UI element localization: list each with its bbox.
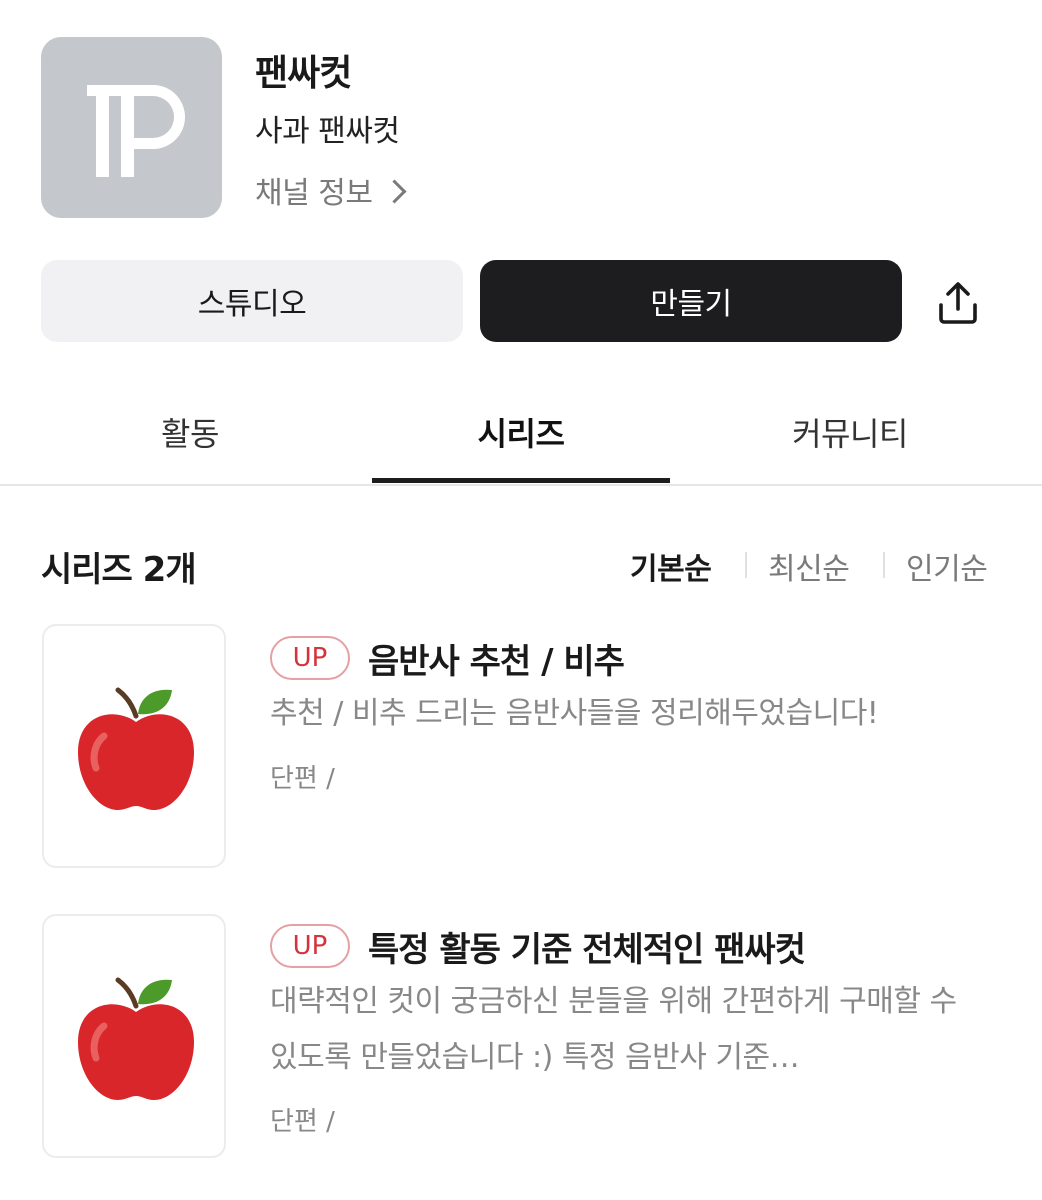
tab-bar: 활동 시리즈 커뮤니티 [0, 380, 1042, 486]
active-tab-indicator [372, 478, 670, 483]
series-thumbnail[interactable] [42, 914, 226, 1158]
apple-icon [78, 687, 194, 810]
sort-divider [883, 552, 885, 578]
tab-activity[interactable]: 활동 [40, 380, 340, 484]
tab-series[interactable]: 시리즈 [372, 380, 670, 484]
share-button[interactable] [930, 275, 986, 331]
tab-community[interactable]: 커뮤니티 [700, 380, 1000, 484]
channel-name: 팬싸컷 [255, 53, 352, 94]
series-thumbnail[interactable] [42, 624, 226, 868]
series-title[interactable]: 음반사 추천 / 비추 [368, 634, 625, 683]
series-description: 추천 / 비추 드리는 음반사들을 정리해두었습니다! [270, 696, 879, 731]
channel-info-link[interactable]: 채널 정보 [255, 168, 407, 212]
chevron-right-icon [382, 178, 407, 204]
sort-divider [745, 552, 747, 578]
series-description: 대략적인 컷이 궁금하신 분들을 위해 간편하게 구매할 수 있도록 만들었습니… [270, 984, 957, 1075]
studio-button[interactable]: 스튜디오 [41, 260, 463, 342]
series-count: 시리즈 2개 [41, 550, 197, 590]
update-badge: UP [270, 924, 350, 968]
series-meta: 단편 / [270, 1107, 335, 1137]
channel-subtitle: 사과 팬싸컷 [255, 114, 400, 149]
sort-popular[interactable]: 인기순 [906, 544, 988, 588]
create-button[interactable]: 만들기 [480, 260, 902, 342]
series-meta: 단편 / [270, 764, 335, 794]
channel-logo-icon [87, 85, 185, 177]
channel-info-label: 채널 정보 [255, 176, 373, 211]
update-badge: UP [270, 636, 350, 680]
share-icon [939, 282, 977, 324]
apple-icon [78, 977, 194, 1100]
series-title[interactable]: 특정 활동 기준 전체적인 팬싸컷 [368, 922, 806, 971]
channel-avatar[interactable] [41, 37, 222, 218]
sort-default[interactable]: 기본순 [630, 544, 712, 588]
sort-latest[interactable]: 최신순 [768, 544, 850, 588]
